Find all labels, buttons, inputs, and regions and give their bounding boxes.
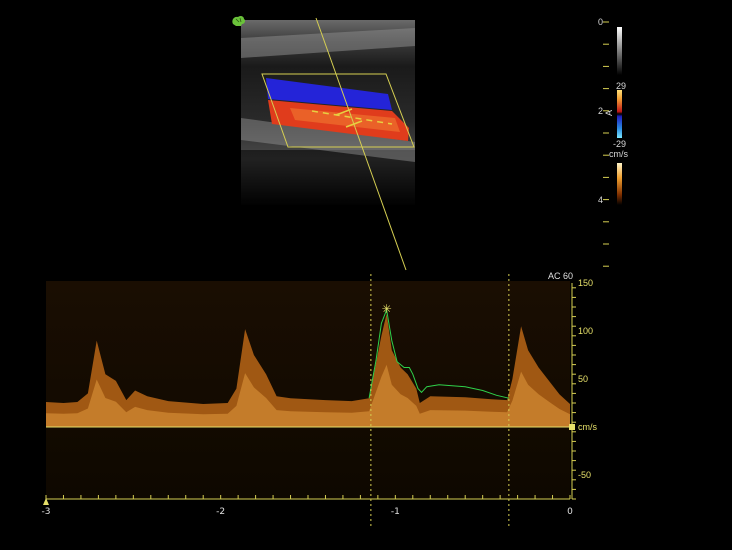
- spectral-doppler: ✳ 150 100 50 cm/s -50 -3 -2 -1 0: [42, 274, 597, 528]
- color-bar-mark: A: [604, 110, 614, 116]
- velocity-tick-label: cm/s: [578, 422, 597, 432]
- velocity-tick-label: 100: [578, 326, 593, 336]
- grayscale-bar: [617, 27, 622, 75]
- depth-tick-label: 2: [598, 106, 603, 116]
- depth-tick-label: 4: [598, 195, 603, 205]
- time-tick-label: 0: [567, 507, 573, 517]
- time-tick-label: -1: [391, 507, 400, 517]
- velocity-tick-label: -50: [578, 470, 591, 480]
- bmode-image: [241, 17, 415, 271]
- color-bar-bottom-label: -29: [613, 139, 626, 149]
- acoustic-setting-label: AC 60: [548, 271, 573, 281]
- color-velocity-bar: [617, 90, 622, 138]
- velocity-tick-label: 50: [578, 374, 588, 384]
- velocity-tick-label: 150: [578, 278, 593, 288]
- baseline-handle[interactable]: [569, 424, 575, 430]
- color-bar-top-label: 29: [616, 81, 626, 91]
- time-tick-label: -2: [216, 507, 225, 517]
- time-tick-label: -3: [42, 507, 51, 517]
- ultrasound-screen: 0 2 4 29 -29 cm/s A ✳ 150 100 50 cm/s -50 -3 -2…: [42, 15, 628, 528]
- power-map-bar: [617, 163, 622, 205]
- color-bar-unit-label: cm/s: [609, 149, 628, 159]
- peak-marker: ✳: [382, 302, 392, 316]
- doppler-background: [46, 281, 570, 499]
- depth-scale: 0 2 4: [598, 17, 609, 267]
- depth-tick-label: 0: [598, 17, 603, 27]
